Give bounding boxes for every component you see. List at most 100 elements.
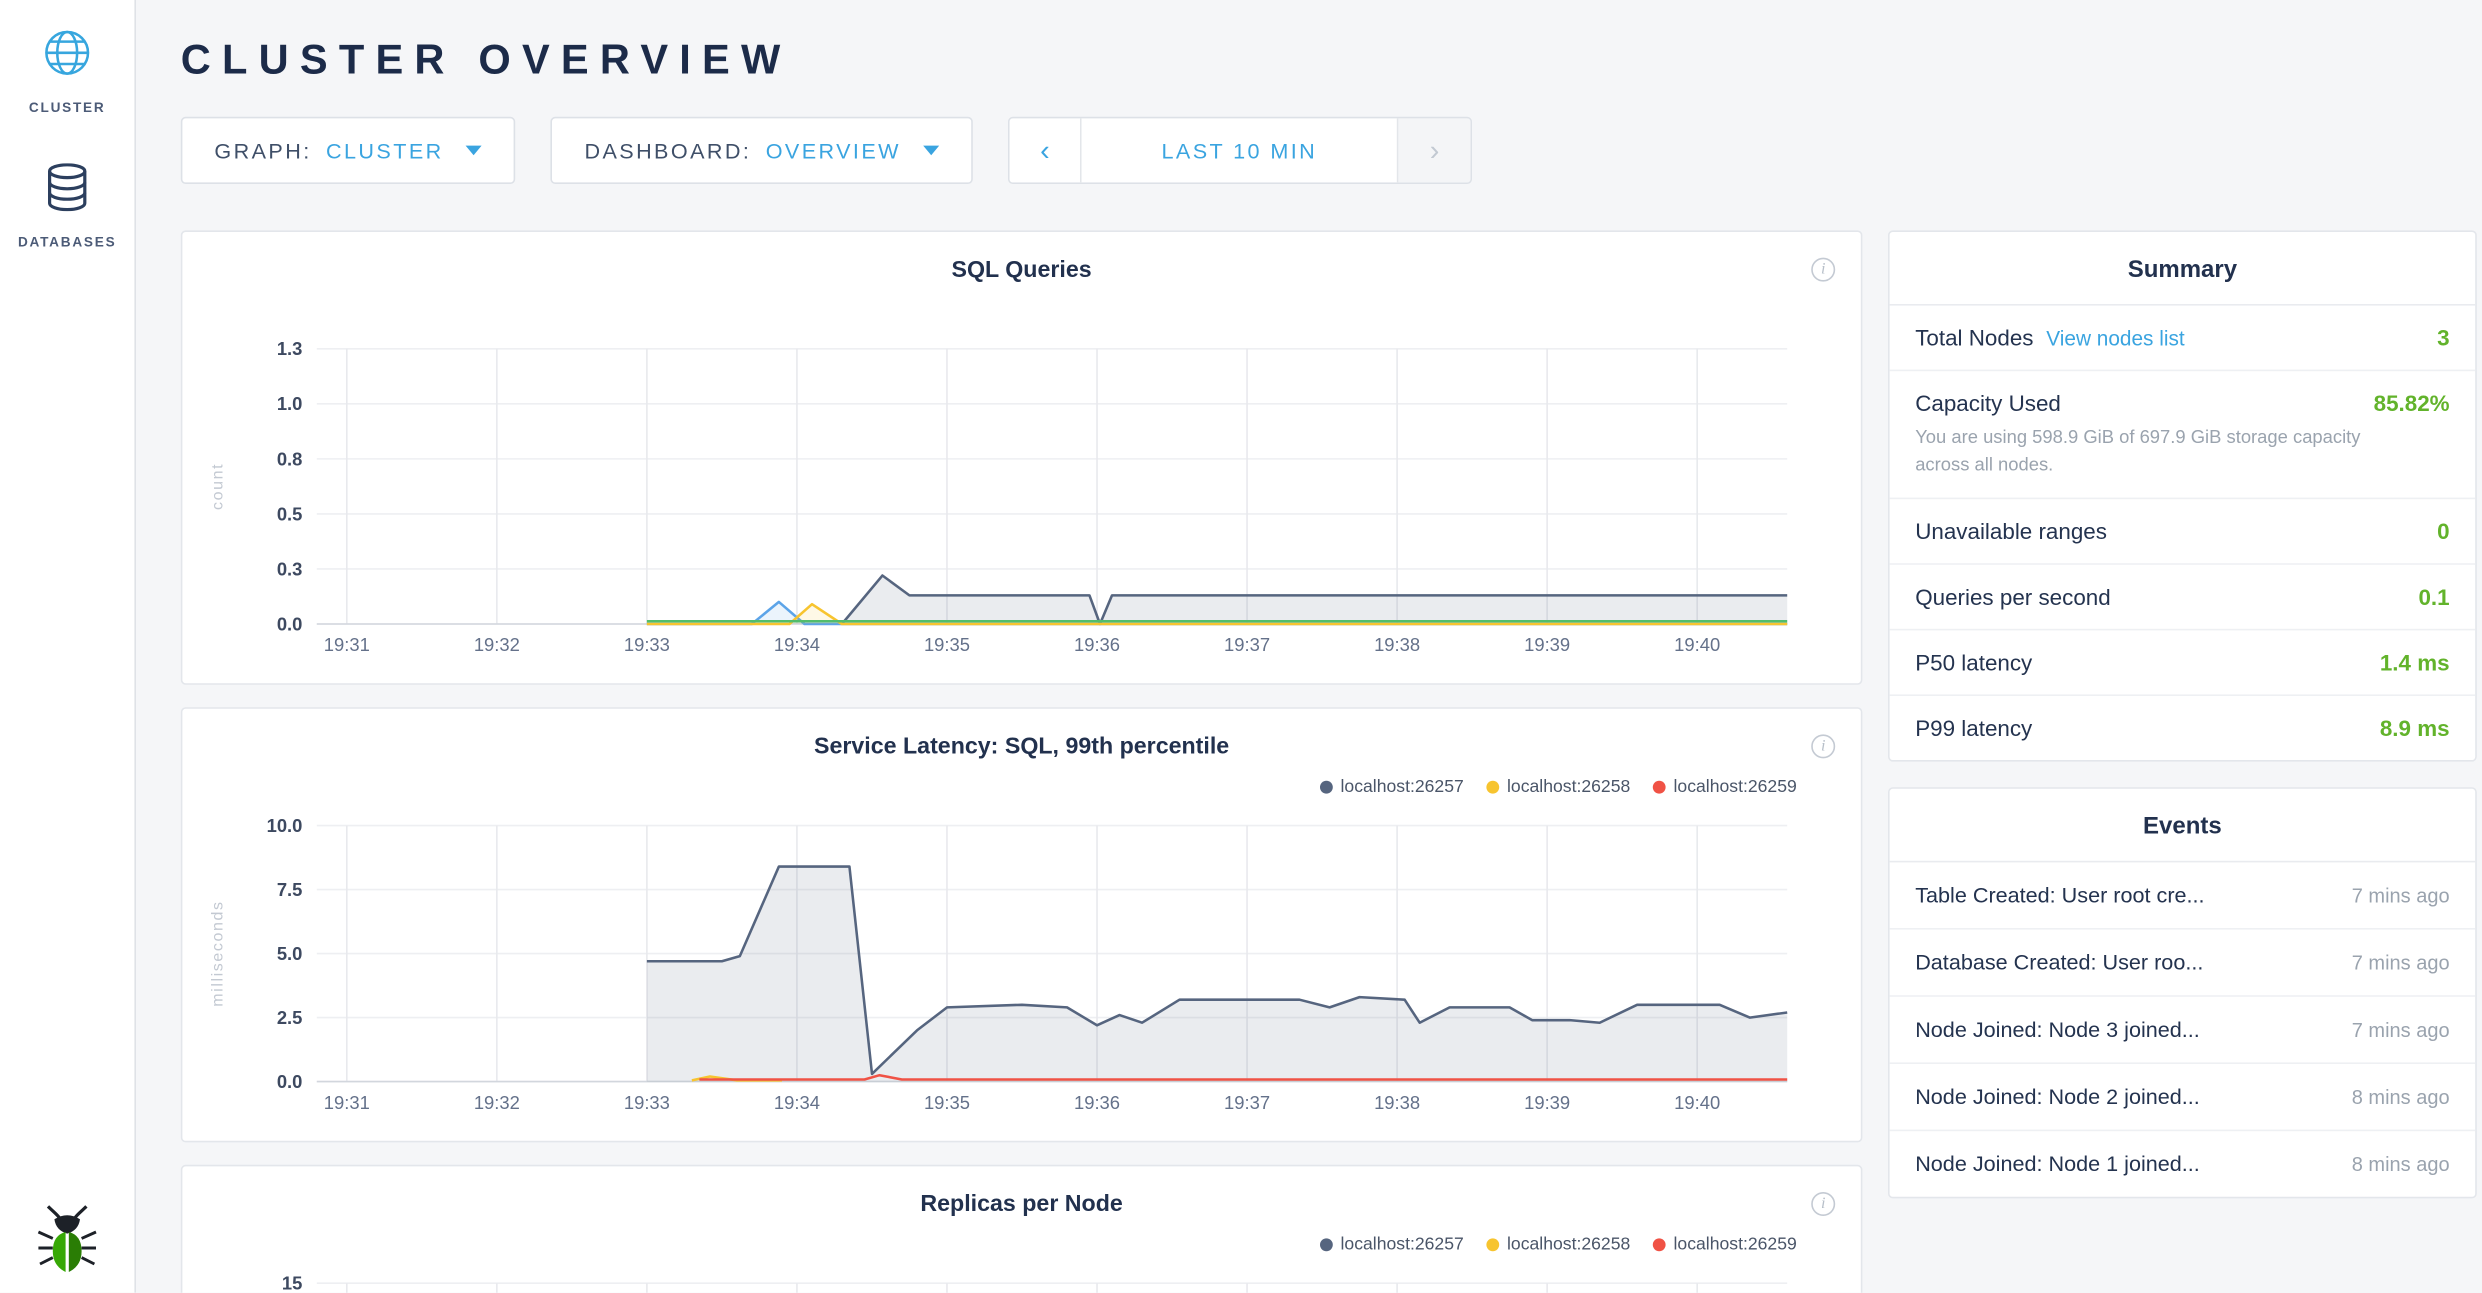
chart-legend: localhost:26257localhost:26258localhost:… <box>202 774 1797 800</box>
legend-dot-icon <box>1320 1238 1333 1251</box>
svg-text:19:37: 19:37 <box>1224 1092 1270 1113</box>
service-latency-chart: 10.07.55.02.50.019:3119:3219:3319:3419:3… <box>202 803 1842 1131</box>
svg-text:5.0: 5.0 <box>277 943 303 964</box>
chart-title: SQL Queries <box>952 258 1092 284</box>
cockroachdb-logo <box>0 1203 134 1273</box>
dashboard-content: SQL Queries i 1.31.00.80.50.30.019:3119:… <box>181 230 2482 1292</box>
svg-text:15: 15 <box>282 1273 302 1293</box>
svg-text:19:32: 19:32 <box>474 1092 520 1113</box>
svg-text:19:39: 19:39 <box>1524 1092 1570 1113</box>
svg-text:19:37: 19:37 <box>1224 634 1270 655</box>
summary-title: Summary <box>1890 232 2476 306</box>
event-row[interactable]: Database Created: User roo... 7 mins ago <box>1890 930 2476 997</box>
svg-text:19:32: 19:32 <box>474 634 520 655</box>
svg-text:19:40: 19:40 <box>1674 634 1720 655</box>
event-text: Table Created: User root cre... <box>1915 884 2336 908</box>
svg-text:19:40: 19:40 <box>1674 1092 1720 1113</box>
summary-value: 0.1 <box>2418 585 2449 611</box>
summary-value: 85.82% <box>2374 390 2450 416</box>
event-row[interactable]: Node Joined: Node 1 joined... 8 mins ago <box>1890 1132 2476 1198</box>
svg-text:19:35: 19:35 <box>924 634 970 655</box>
info-icon[interactable]: i <box>1811 1192 1835 1216</box>
globe-icon <box>43 29 91 99</box>
right-column: Summary Total Nodes View nodes list 3 Ca… <box>1888 230 2477 1292</box>
svg-text:19:33: 19:33 <box>624 634 670 655</box>
summary-row-qps: Queries per second 0.1 <box>1890 565 2476 631</box>
info-icon[interactable]: i <box>1811 734 1835 758</box>
dashboard-dropdown[interactable]: DASHBOARD: OVERVIEW <box>551 117 973 184</box>
svg-text:19:35: 19:35 <box>924 1092 970 1113</box>
chevron-down-icon <box>923 146 939 156</box>
time-prev-button[interactable]: ‹ <box>1010 118 1082 182</box>
summary-row-p50: P50 latency 1.4 ms <box>1890 631 2476 697</box>
summary-row-p99: P99 latency 8.9 ms <box>1890 697 2476 761</box>
event-row[interactable]: Node Joined: Node 2 joined... 8 mins ago <box>1890 1065 2476 1132</box>
sidebar: CLUSTER DATABASES <box>0 0 136 1293</box>
svg-text:2.5: 2.5 <box>277 1007 303 1028</box>
app-window: CLUSTER DATABASES CL <box>0 0 2482 1293</box>
summary-label: Queries per second <box>1915 585 2110 611</box>
replicas-per-node-chart: 15105019:3119:3219:3319:3419:3519:3619:3… <box>202 1261 1842 1293</box>
main-content: CLUSTER OVERVIEW GRAPH: CLUSTER DASHBOAR… <box>136 0 2482 1293</box>
svg-text:19:39: 19:39 <box>1524 634 1570 655</box>
view-nodes-link[interactable]: View nodes list <box>2046 326 2184 350</box>
page-title: CLUSTER OVERVIEW <box>181 35 2482 85</box>
time-next-button[interactable]: › <box>1399 118 1471 182</box>
graph-controls: GRAPH: CLUSTER DASHBOARD: OVERVIEW ‹ LAS… <box>181 117 2482 184</box>
legend-dot-icon <box>1486 1238 1499 1251</box>
summary-value: 1.4 ms <box>2380 650 2450 676</box>
event-time: 7 mins ago <box>2352 885 2450 907</box>
event-time: 8 mins ago <box>2352 1154 2450 1176</box>
sidebar-item-databases[interactable]: DATABASES <box>18 163 116 249</box>
svg-text:10.0: 10.0 <box>267 815 303 836</box>
svg-text:1.3: 1.3 <box>277 338 303 359</box>
summary-row-unavailable-ranges: Unavailable ranges 0 <box>1890 500 2476 566</box>
info-icon[interactable]: i <box>1811 258 1835 282</box>
svg-text:19:34: 19:34 <box>774 634 820 655</box>
summary-label: Total Nodes <box>1915 325 2033 351</box>
svg-text:7.5: 7.5 <box>277 879 303 900</box>
sidebar-item-cluster[interactable]: CLUSTER <box>29 29 106 115</box>
summary-label: P99 latency <box>1915 716 2032 742</box>
legend-item: localhost:26259 <box>1653 778 1797 797</box>
legend-item: localhost:26259 <box>1653 1235 1797 1254</box>
chevron-down-icon <box>466 146 482 156</box>
dashboard-dropdown-value: OVERVIEW <box>766 138 901 162</box>
event-text: Node Joined: Node 2 joined... <box>1915 1085 2336 1109</box>
event-row[interactable]: Table Created: User root cre... 7 mins a… <box>1890 863 2476 930</box>
svg-text:19:36: 19:36 <box>1074 1092 1120 1113</box>
event-text: Node Joined: Node 1 joined... <box>1915 1153 2336 1177</box>
graph-dropdown[interactable]: GRAPH: CLUSTER <box>181 117 516 184</box>
svg-text:19:33: 19:33 <box>624 1092 670 1113</box>
svg-text:0.0: 0.0 <box>277 613 303 634</box>
svg-text:19:36: 19:36 <box>1074 634 1120 655</box>
summary-value: 3 <box>2437 325 2449 351</box>
sql-queries-chart: 1.31.00.80.50.30.019:3119:3219:3319:3419… <box>202 326 1842 673</box>
svg-text:milliseconds: milliseconds <box>209 900 226 1006</box>
event-row[interactable]: Node Joined: Node 3 joined... 7 mins ago <box>1890 997 2476 1064</box>
chart-header: SQL Queries i <box>202 232 1842 285</box>
event-time: 7 mins ago <box>2352 953 2450 975</box>
event-time: 7 mins ago <box>2352 1020 2450 1042</box>
events-panel: Events Table Created: User root cre... 7… <box>1888 788 2477 1199</box>
events-title: Events <box>1890 789 2476 863</box>
summary-label: P50 latency <box>1915 650 2032 676</box>
svg-text:19:31: 19:31 <box>324 1092 370 1113</box>
legend-dot-icon <box>1320 781 1333 794</box>
capacity-subtext: You are using 598.9 GiB of 697.9 GiB sto… <box>1915 426 2449 479</box>
chart-header: Replicas per Node i <box>202 1166 1842 1219</box>
summary-panel: Summary Total Nodes View nodes list 3 Ca… <box>1888 230 2477 762</box>
svg-text:0.3: 0.3 <box>277 558 303 579</box>
event-text: Node Joined: Node 3 joined... <box>1915 1018 2336 1042</box>
databases-icon <box>46 163 88 233</box>
summary-label: Unavailable ranges <box>1915 519 2107 545</box>
svg-text:19:38: 19:38 <box>1374 634 1420 655</box>
graph-dropdown-label: GRAPH: <box>214 138 311 162</box>
summary-row-total-nodes: Total Nodes View nodes list 3 <box>1890 306 2476 372</box>
legend-item: localhost:26257 <box>1320 778 1464 797</box>
svg-text:1.0: 1.0 <box>277 393 303 414</box>
legend-dot-icon <box>1653 781 1666 794</box>
time-window-label[interactable]: LAST 10 MIN <box>1082 118 1399 182</box>
chart-title: Replicas per Node <box>920 1192 1122 1218</box>
graph-dropdown-value: CLUSTER <box>326 138 444 162</box>
